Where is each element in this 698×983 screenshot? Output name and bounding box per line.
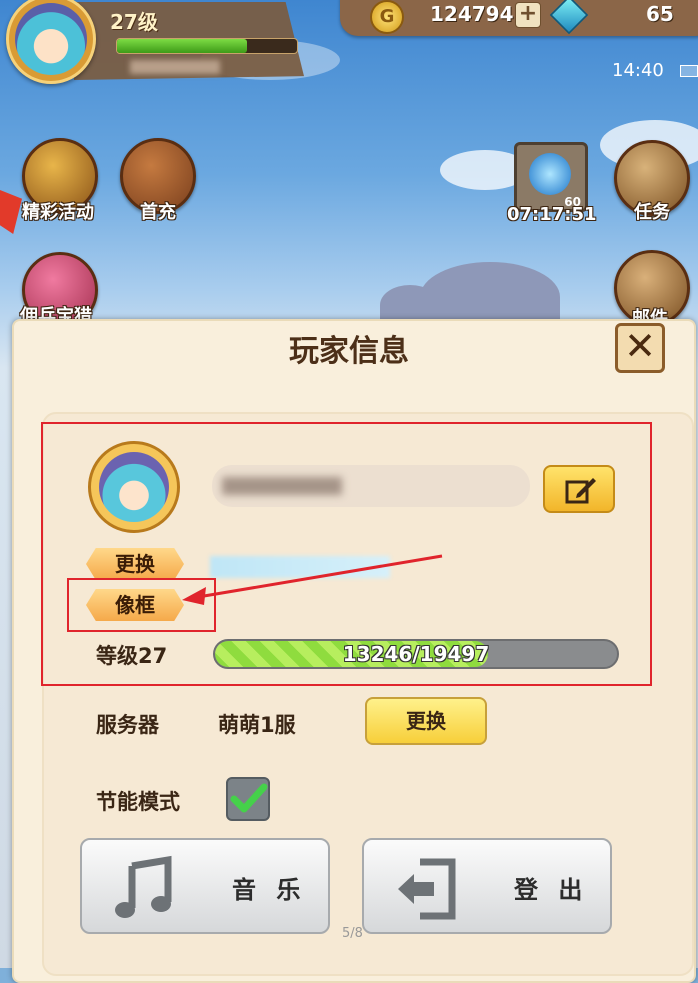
annotation-arrow bbox=[182, 554, 443, 605]
